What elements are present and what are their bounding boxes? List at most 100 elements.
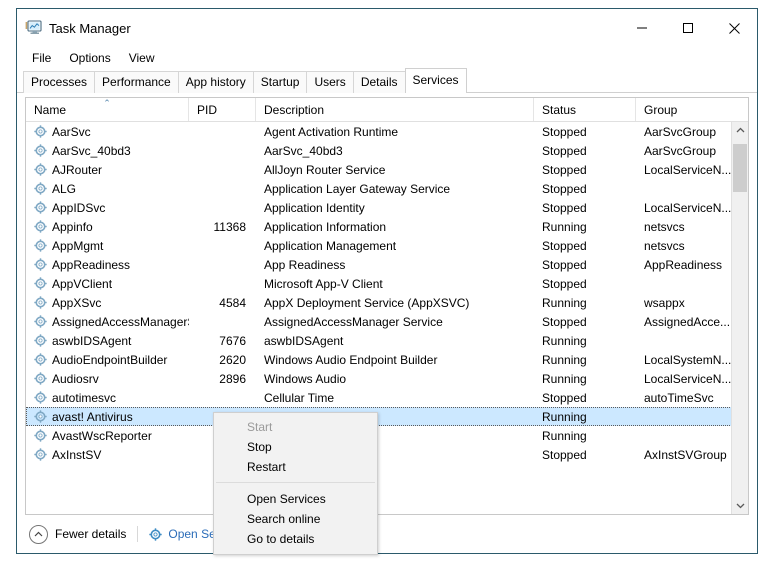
maximize-button[interactable] [665, 9, 711, 47]
table-row[interactable]: AppIDSvc Application Identity Stopped Local… [26, 198, 748, 217]
tab-bar: Processes Performance App history Startu… [17, 68, 757, 93]
fewer-details-button[interactable]: Fewer details [29, 524, 127, 544]
title-bar: Task Manager [17, 9, 757, 47]
column-header-group[interactable]: Group [636, 98, 743, 121]
service-name-label: AudioEndpointBuilder [52, 352, 168, 367]
cell-group: LocalServiceN... [644, 162, 732, 177]
cell-status: Stopped [542, 181, 587, 196]
cell-group: wsappx [644, 295, 685, 310]
table-row[interactable]: AJRouter AllJoyn Router Service Stopped Loc… [26, 160, 748, 179]
context-menu-item-stop[interactable]: Stop [214, 437, 377, 457]
column-header-name[interactable]: Name ⌃ [26, 98, 189, 121]
table-row[interactable]: Appinfo 11368 Application Information Runni… [26, 217, 748, 236]
context-menu-item-search-online[interactable]: Search online [214, 509, 377, 529]
table-row[interactable]: autotimesvc Cellular Time Stopped autoTimeS… [26, 388, 748, 407]
cell-group: autoTimeSvc [644, 390, 714, 405]
cell-name: Appinfo [26, 220, 189, 234]
scrollbar-thumb[interactable] [733, 144, 747, 192]
cell-description: AarSvc_40bd3 [264, 143, 343, 158]
context-menu-item-restart[interactable]: Restart [214, 457, 377, 477]
service-name-label: AppMgmt [52, 238, 104, 253]
tab-performance[interactable]: Performance [94, 71, 179, 93]
column-header-label: Name [34, 102, 67, 117]
tab-details[interactable]: Details [352, 71, 406, 93]
table-row[interactable]: AvastWscReporter2Running [26, 426, 748, 445]
scroll-down-button[interactable] [732, 497, 748, 514]
service-gear-icon [34, 296, 47, 309]
cell-description: Windows Audio [264, 371, 347, 386]
service-gear-icon [34, 125, 47, 138]
open-services-link[interactable]: Open Ser [149, 527, 220, 541]
service-gear-icon [34, 353, 47, 366]
services-list: Name ⌃ PID Description Status Group AarSvc Age… [25, 97, 749, 515]
cell-status: Stopped [542, 447, 587, 462]
task-manager-icon [25, 19, 43, 37]
table-row[interactable]: avast! Antivirus3Running [26, 407, 748, 426]
table-row[interactable]: Audiosrv 2896 Windows Audio Running LocalSer… [26, 369, 748, 388]
cell-group: AppReadiness [644, 257, 723, 272]
table-row[interactable]: ALG Application Layer Gateway Service Stop… [26, 179, 748, 198]
table-row[interactable]: AppMgmt Application Management Stopped nets… [26, 236, 748, 255]
column-header-label: Group [644, 102, 678, 117]
menu-view[interactable]: View [120, 49, 164, 67]
vertical-scrollbar[interactable] [731, 122, 748, 514]
column-header-pid[interactable]: PID [189, 98, 256, 121]
window-controls [619, 9, 757, 47]
cell-description: AppX Deployment Service (AppXSVC) [264, 295, 470, 310]
chevron-up-icon [29, 524, 48, 544]
cell-status: Stopped [542, 124, 587, 139]
service-name-label: Appinfo [52, 219, 93, 234]
table-row[interactable]: aswbIDSAgent 7676 aswbIDSAgent Running [26, 331, 748, 350]
fewer-details-label: Fewer details [55, 527, 127, 541]
cell-status: Stopped [542, 390, 587, 405]
cell-description: Application Management [264, 238, 397, 253]
gear-icon [149, 527, 163, 541]
cell-status: Stopped [542, 162, 587, 177]
context-menu: Start Stop Restart Open Services Search onli… [213, 412, 378, 555]
tab-startup[interactable]: Startup [252, 71, 308, 93]
column-header-status[interactable]: Status [534, 98, 636, 121]
service-gear-icon [34, 201, 47, 214]
tab-services[interactable]: Services [404, 68, 467, 93]
cell-group: netsvcs [644, 238, 685, 253]
service-name-label: AxInstSV [52, 447, 102, 462]
cell-description: Application Identity [264, 200, 365, 215]
minimize-button[interactable] [619, 9, 665, 47]
table-row[interactable]: AudioEndpointBuilder 2620 Windows Audio En… [26, 350, 748, 369]
close-button[interactable] [711, 9, 757, 47]
table-row[interactable]: AppXSvc 4584 AppX Deployment Service (AppX… [26, 293, 748, 312]
cell-status: Stopped [542, 314, 587, 329]
menu-options[interactable]: Options [60, 49, 119, 67]
service-gear-icon [34, 239, 47, 252]
cell-status: Stopped [542, 143, 587, 158]
context-menu-item-go-to-details[interactable]: Go to details [214, 529, 377, 549]
column-header-description[interactable]: Description [256, 98, 534, 121]
cell-description: Microsoft App-V Client [264, 276, 383, 291]
cell-name: aswbIDSAgent [26, 334, 189, 348]
context-menu-item-open-services[interactable]: Open Services [214, 489, 377, 509]
tab-processes[interactable]: Processes [23, 71, 96, 93]
tab-app-history[interactable]: App history [177, 71, 254, 93]
table-row[interactable]: AppVClient Microsoft App-V Client Stopped [26, 274, 748, 293]
cell-description: Agent Activation Runtime [264, 124, 399, 139]
sort-ascending-icon: ⌃ [103, 98, 111, 108]
table-row[interactable]: AarSvc Agent Activation Runtime Stopped Aar… [26, 122, 748, 141]
cell-name: AarSvc_40bd3 [26, 144, 189, 158]
service-name-label: ALG [52, 181, 77, 196]
cell-group: LocalServiceN... [644, 200, 732, 215]
tab-users[interactable]: Users [306, 71, 354, 93]
table-row[interactable]: AxInstSVstSV)StoppedAxInstSVGroup [26, 445, 748, 464]
service-gear-icon [34, 372, 47, 385]
service-name-label: AarSvc [52, 124, 91, 139]
table-row[interactable]: AarSvc_40bd3 AarSvc_40bd3 Stopped AarSvcGro… [26, 141, 748, 160]
cell-name: AvastWscReporter [26, 429, 189, 443]
cell-description: Windows Audio Endpoint Builder [264, 352, 438, 367]
cell-name: ALG [26, 182, 189, 196]
table-row[interactable]: AssignedAccessManagerSvc AssignedAccessMa… [26, 312, 748, 331]
service-gear-icon [34, 277, 47, 290]
table-row[interactable]: AppReadiness App Readiness Stopped AppReadi… [26, 255, 748, 274]
menu-file[interactable]: File [23, 49, 60, 67]
cell-description: Application Layer Gateway Service [264, 181, 451, 196]
scroll-up-button[interactable] [732, 122, 748, 139]
service-gear-icon [34, 448, 47, 461]
